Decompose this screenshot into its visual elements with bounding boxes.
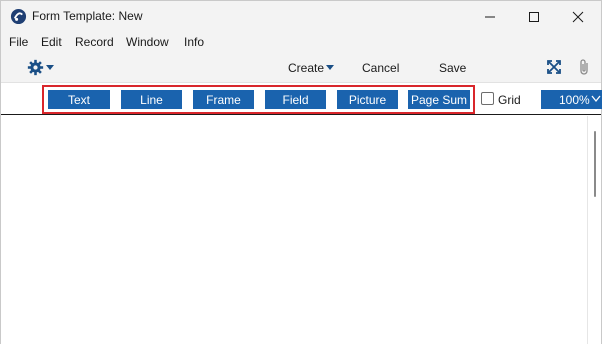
menu-window[interactable]: Window <box>126 35 169 49</box>
gear-icon[interactable] <box>27 59 44 76</box>
grid-checkbox[interactable] <box>481 92 494 105</box>
close-icon <box>572 11 584 22</box>
form-design-canvas[interactable] <box>1 116 601 344</box>
menu-record[interactable]: Record <box>75 35 114 49</box>
menu-info[interactable]: Info <box>184 35 204 49</box>
window-title: Form Template: New <box>32 9 143 23</box>
title-bar: Form Template: New <box>1 1 601 32</box>
action-toolbar: Create Cancel Save <box>1 52 601 83</box>
menu-file[interactable]: File <box>9 35 28 49</box>
paperclip-icon[interactable] <box>577 58 591 76</box>
text-tool-button[interactable]: Text <box>48 90 110 109</box>
menu-edit[interactable]: Edit <box>41 35 62 49</box>
form-template-window: Form Template: New File Edit Record Wind… <box>0 0 602 344</box>
menu-bar: File Edit Record Window Info <box>1 32 601 52</box>
picture-tool-button[interactable]: Picture <box>337 90 398 109</box>
app-logo-icon <box>10 8 27 25</box>
chevron-down-icon <box>591 95 601 103</box>
vertical-scrollbar[interactable] <box>587 116 601 344</box>
field-tool-button[interactable]: Field <box>265 90 326 109</box>
minimize-icon <box>485 16 495 17</box>
minimize-button[interactable] <box>467 1 513 32</box>
maximize-button[interactable] <box>511 1 557 32</box>
page-sum-tool-button[interactable]: Page Sum <box>408 90 470 109</box>
frame-tool-button[interactable]: Frame <box>193 90 254 109</box>
cancel-button[interactable]: Cancel <box>362 61 399 75</box>
scrollbar-thumb[interactable] <box>594 131 596 197</box>
zoom-value: 100% <box>559 93 590 107</box>
close-button[interactable] <box>555 1 601 32</box>
create-button[interactable]: Create <box>288 61 324 75</box>
maximize-icon <box>529 11 539 22</box>
chevron-down-icon[interactable] <box>326 65 334 70</box>
grid-label: Grid <box>498 93 521 107</box>
form-design-toolbar: Text Line Frame Field Picture Page Sum G… <box>1 84 602 115</box>
expand-icon[interactable] <box>547 60 561 74</box>
chevron-down-icon[interactable] <box>46 65 54 70</box>
line-tool-button[interactable]: Line <box>121 90 182 109</box>
zoom-select[interactable]: 100% <box>541 90 602 109</box>
save-button[interactable]: Save <box>439 61 466 75</box>
